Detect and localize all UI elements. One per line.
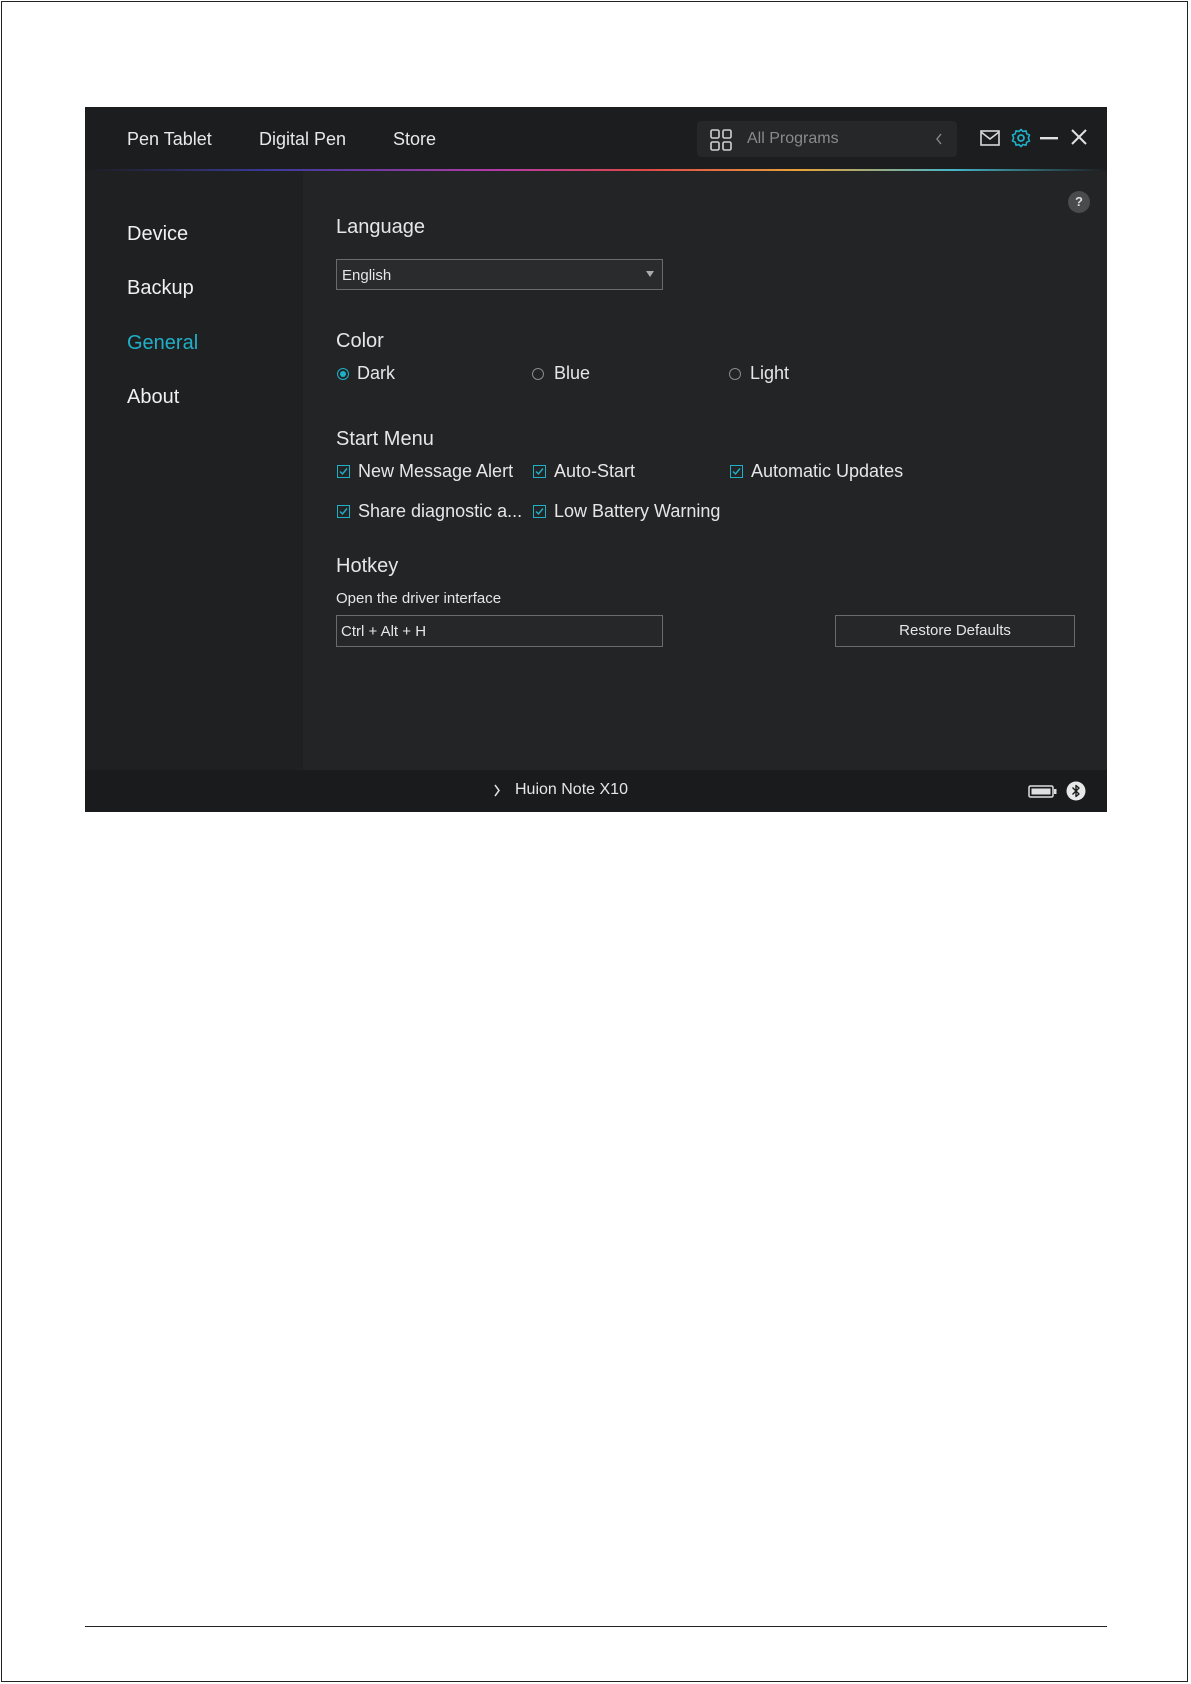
dropdown-arrow-icon [646,271,654,277]
radio-blue[interactable] [532,368,544,380]
sidebar-item-about[interactable]: About [127,386,179,409]
hotkey-description: Open the driver interface [336,590,502,607]
mail-icon[interactable] [980,130,1000,146]
status-bar: Huion Note X10 [85,770,1107,812]
program-selector[interactable]: All Programs [697,121,957,157]
language-select[interactable]: English [336,259,663,290]
driver-window: Pen Tablet Digital Pen Store All Program… [85,107,1107,812]
tab-digital-pen[interactable]: Digital Pen [259,129,346,150]
hotkey-input[interactable]: Ctrl + Alt + H [336,615,663,647]
option-low-battery-warning-label: Low Battery Warning [554,501,721,521]
option-blue-label: Blue [554,363,591,383]
device-name: Huion Note X10 [515,781,628,798]
sidebar-item-general[interactable]: General [127,332,198,355]
checkbox-auto-start[interactable] [533,465,546,478]
chevron-right-icon[interactable] [493,784,501,797]
sidebar: Device Backup General About [85,171,303,770]
top-bar: Pen Tablet Digital Pen Store All Program… [85,107,1107,170]
sidebar-item-device[interactable]: Device [127,223,188,246]
checkbox-low-battery-warning[interactable] [533,505,546,518]
footer-divider [85,1626,1107,1627]
tab-pen-tablet[interactable]: Pen Tablet [127,129,212,150]
bluetooth-icon[interactable] [1066,781,1086,801]
option-automatic-updates-label: Automatic Updates [751,461,904,481]
radio-dark[interactable] [337,368,349,380]
color-title: Color [336,330,384,352]
tab-store[interactable]: Store [393,129,436,150]
option-light-label: Light [750,363,790,383]
checkbox-automatic-updates[interactable] [730,465,743,478]
checkbox-new-message-alert[interactable] [337,465,350,478]
start-menu-title: Start Menu [336,428,434,450]
language-select-value: English [342,267,392,284]
settings-gear-icon[interactable] [1011,128,1031,148]
hotkey-input-value: Ctrl + Alt + H [341,623,427,640]
option-new-message-alert-label: New Message Alert [358,461,514,481]
chevron-left-icon[interactable] [935,133,943,145]
option-dark-label: Dark [357,363,396,383]
language-title: Language [336,216,425,238]
grid-icon [710,129,732,151]
help-icon[interactable]: ? [1068,191,1090,213]
checkbox-share-diagnostic[interactable] [337,505,350,518]
radio-light[interactable] [729,368,741,380]
battery-icon [1028,785,1057,798]
restore-defaults-button[interactable]: Restore Defaults [835,615,1075,647]
hotkey-title: Hotkey [336,555,399,577]
option-share-diagnostic-label: Share diagnostic a... [358,501,523,521]
minimize-icon[interactable] [1040,137,1058,140]
program-selector-label: All Programs [747,130,839,147]
option-auto-start-label: Auto-Start [554,461,636,481]
sidebar-item-backup[interactable]: Backup [127,277,194,300]
close-icon[interactable] [1071,129,1087,145]
